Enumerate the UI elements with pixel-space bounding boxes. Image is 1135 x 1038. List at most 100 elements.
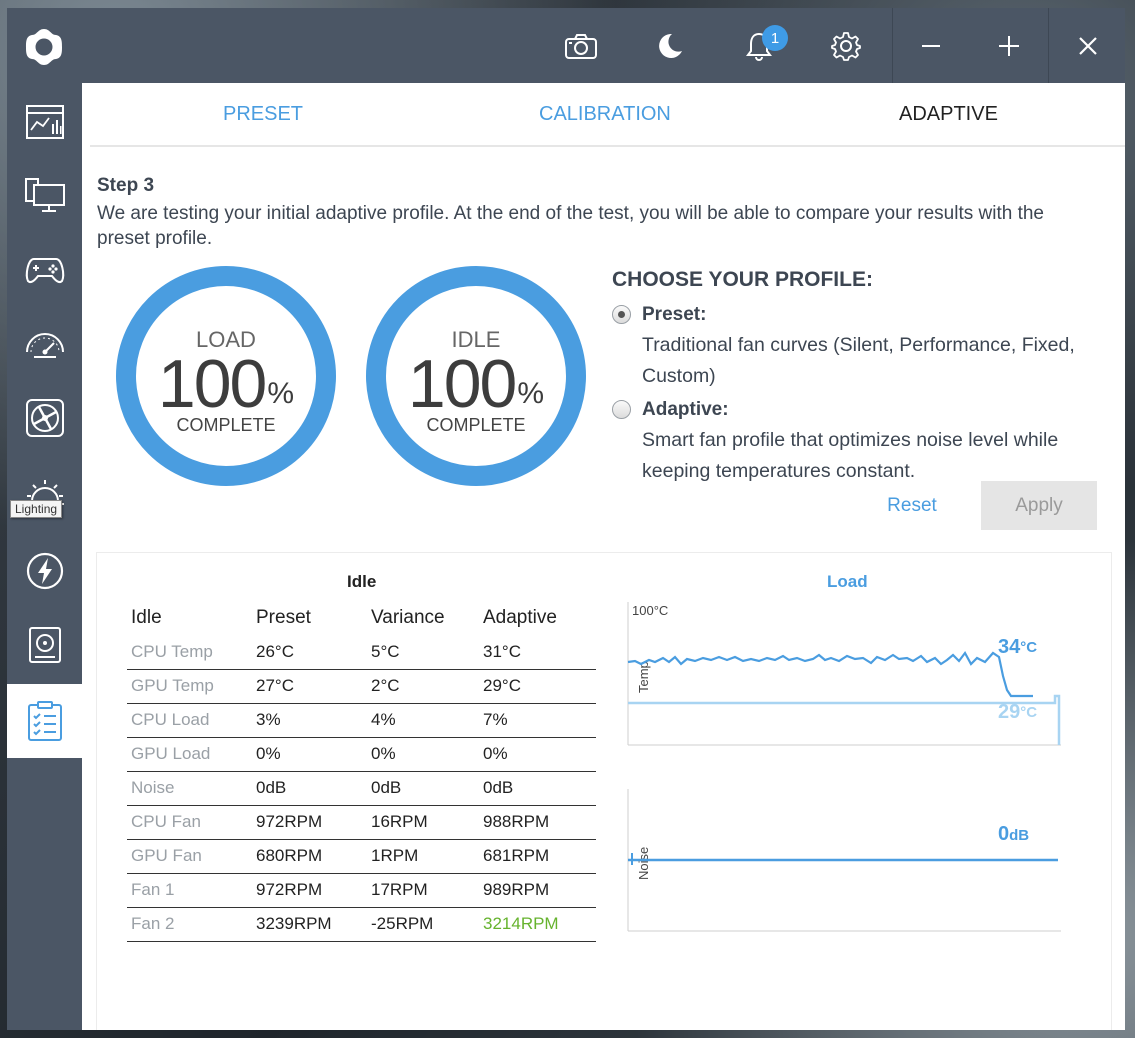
app-logo-icon: [26, 29, 62, 65]
apply-button[interactable]: Apply: [981, 481, 1097, 530]
table-cell: 7%: [479, 703, 596, 738]
gauge-subtitle: COMPLETE: [176, 415, 276, 435]
temp-axis-top-label: 100°C: [632, 603, 668, 618]
tab-calibration[interactable]: CALIBRATION: [539, 103, 671, 126]
lightning-icon: [26, 552, 63, 590]
table-row: Fan 1 972RPM 17RPM 989RPM: [127, 873, 596, 908]
table-cell: 17RPM: [367, 873, 479, 908]
tab-preset[interactable]: PRESET: [223, 103, 303, 126]
noise-axis-label: Noise: [636, 847, 651, 880]
disk-icon: [28, 627, 61, 663]
gauge-subtitle: COMPLETE: [426, 415, 526, 435]
column-header: Idle: [131, 607, 162, 628]
sidebar-item-system[interactable]: [7, 159, 82, 233]
table-row: CPU Fan 972RPM 16RPM 988RPM: [127, 805, 596, 840]
table-cell: 972RPM: [252, 805, 367, 840]
gamepad-icon: [25, 258, 64, 284]
table-cell: 26°C: [252, 635, 367, 670]
computer-icon: [24, 178, 65, 212]
noise-chart: Noise 0dB: [627, 789, 1061, 932]
checklist-icon: [27, 701, 62, 741]
row-label: CPU Temp: [127, 635, 252, 670]
table-cell: 3239RPM: [252, 907, 367, 942]
table-cell: 27°C: [252, 669, 367, 704]
sidebar-item-dashboard[interactable]: [7, 85, 82, 159]
preset-radio[interactable]: [612, 305, 631, 324]
tab-divider: [90, 145, 1125, 147]
sidebar-item-tests[interactable]: [7, 684, 82, 758]
tab-adaptive[interactable]: ADAPTIVE: [899, 103, 998, 126]
table-cell: 0%: [479, 737, 596, 772]
adaptive-option-title[interactable]: Adaptive:: [642, 399, 729, 421]
speedometer-icon: [25, 333, 64, 358]
table-cell: 3214RPM: [479, 907, 596, 942]
row-label: Fan 2: [127, 907, 252, 942]
sidebar-item-cooling[interactable]: [7, 381, 82, 455]
temp-baseline-value: 29°C: [998, 701, 1037, 723]
table-cell: 988RPM: [479, 805, 596, 840]
temp-baseline-line: [628, 694, 1061, 745]
gear-icon[interactable]: [826, 26, 866, 66]
sidebar-item-games[interactable]: [7, 233, 82, 307]
table-cell: 0dB: [252, 771, 367, 806]
table-cell: 4%: [367, 703, 479, 738]
fan-icon: [25, 399, 64, 437]
table-row: GPU Fan 680RPM 1RPM 681RPM: [127, 839, 596, 874]
tab-bar: PRESET CALIBRATION ADAPTIVE: [82, 83, 1125, 145]
table-cell: -25RPM: [367, 907, 479, 942]
moon-icon[interactable]: [650, 26, 690, 66]
table-cell: 29°C: [479, 669, 596, 704]
sidebar-item-storage[interactable]: [7, 608, 82, 682]
temp-current-value: 34°C: [998, 636, 1037, 658]
close-button[interactable]: [1068, 26, 1108, 66]
camera-icon[interactable]: [561, 26, 601, 66]
results-table: Idle Preset Variance Adaptive CPU Temp 26…: [127, 601, 596, 942]
temp-chart: 100°C Temp 34°C 29°C: [627, 602, 1061, 746]
gauge-value: 100%: [157, 346, 295, 422]
table-cell: 5°C: [367, 635, 479, 670]
row-label: Fan 1: [127, 873, 252, 908]
step-description: We are testing your initial adaptive pro…: [97, 203, 1044, 249]
lighting-tooltip: Lighting: [10, 500, 63, 518]
dashboard-icon: [25, 105, 64, 139]
app-window: 1 Lighting PRESET CALIBRATION ADAPTIVE S…: [7, 8, 1125, 1030]
title-bar: 1: [7, 8, 1125, 83]
adaptive-radio[interactable]: [612, 400, 631, 419]
table-cell: 680RPM: [252, 839, 367, 874]
adaptive-option-desc: Smart fan profile that optimizes noise l…: [642, 429, 1059, 482]
choose-profile-heading: CHOOSE YOUR PROFILE:: [612, 268, 873, 291]
table-cell: 989RPM: [479, 873, 596, 908]
table-row: GPU Load 0% 0% 0%: [127, 737, 596, 772]
notification-badge[interactable]: 1: [762, 25, 788, 51]
sidebar-item-performance[interactable]: [7, 307, 82, 381]
noise-current-value: 0dB: [998, 823, 1029, 845]
table-cell: 1RPM: [367, 839, 479, 874]
table-caption: Idle: [347, 572, 377, 591]
sidebar: Lighting: [7, 83, 82, 1030]
titlebar-separator: [892, 8, 893, 83]
preset-option-desc: Traditional fan curves (Silent, Performa…: [642, 334, 1075, 387]
table-row: Fan 2 3239RPM -25RPM 3214RPM: [127, 907, 596, 942]
table-cell: 681RPM: [479, 839, 596, 874]
row-label: GPU Load: [127, 737, 252, 772]
temp-adaptive-line: [627, 650, 1033, 698]
table-cell: 972RPM: [252, 873, 367, 908]
table-cell: 0%: [367, 737, 479, 772]
table-cell: 0dB: [479, 771, 596, 806]
titlebar-separator: [1048, 8, 1049, 83]
row-label: GPU Temp: [127, 669, 252, 704]
idle-gauge: IDLE 100% COMPLETE: [365, 265, 587, 487]
results-panel: Idle Idle Preset Variance Adaptive CPU T…: [96, 552, 1112, 1030]
reset-button[interactable]: Reset: [862, 491, 962, 521]
table-row: CPU Temp 26°C 5°C 31°C: [127, 635, 596, 670]
table-row: Noise 0dB 0dB 0dB: [127, 771, 596, 806]
column-header: Variance: [371, 607, 445, 628]
table-header-row: Idle Preset Variance Adaptive: [127, 601, 596, 635]
main-content: PRESET CALIBRATION ADAPTIVE Step 3 We ar…: [82, 83, 1125, 1030]
row-label: GPU Fan: [127, 839, 252, 874]
table-cell: 0%: [252, 737, 367, 772]
preset-option-title[interactable]: Preset:: [642, 304, 706, 326]
maximize-button[interactable]: [989, 26, 1029, 66]
minimize-button[interactable]: [911, 26, 951, 66]
sidebar-item-power[interactable]: [7, 534, 82, 608]
